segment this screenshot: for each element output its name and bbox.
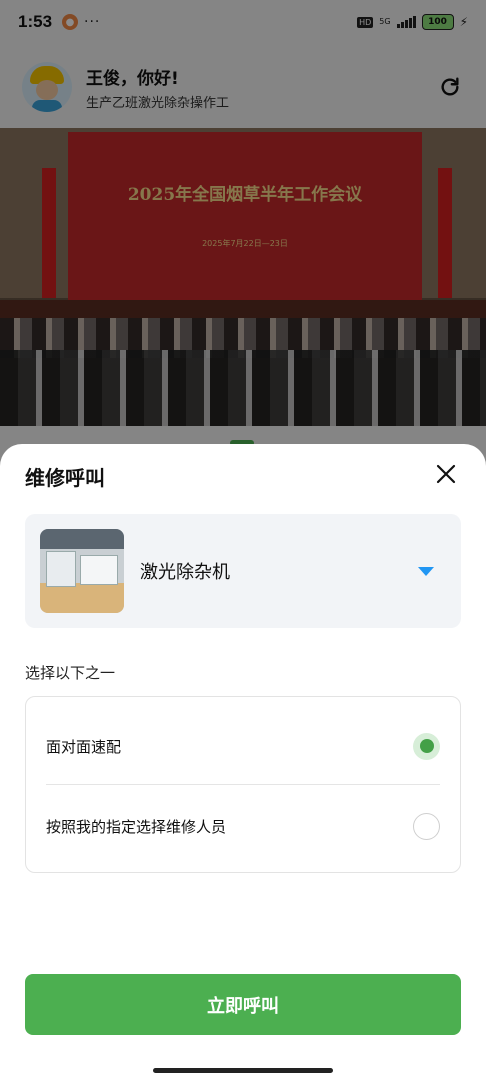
radio-unselected-icon[interactable] [413,812,440,840]
call-now-button[interactable]: 立即呼叫 [25,974,461,1035]
option-label: 按照我的指定选择维修人员 [46,817,227,836]
option-label: 面对面速配 [46,737,122,756]
machine-name: 激光除杂机 [140,562,230,583]
close-icon[interactable] [432,460,460,488]
option-group: 面对面速配 按照我的指定选择维修人员 [25,696,461,873]
machine-select[interactable]: 激光除杂机 [25,514,461,628]
divider [46,784,440,785]
option-designated-staff[interactable]: 按照我的指定选择维修人员 [26,787,460,865]
repair-call-sheet: 维修呼叫 激光除杂机 选择以下之一 面对面速配 按照我的指定选择维修人员 立即呼… [0,444,486,1080]
sheet-title: 维修呼叫 [25,466,105,490]
caret-down-icon[interactable] [418,566,434,576]
option-face-to-face[interactable]: 面对面速配 [26,707,460,785]
choose-label: 选择以下之一 [25,664,116,682]
home-indicator[interactable] [153,1068,333,1073]
radio-selected-icon[interactable] [413,732,440,760]
machine-image [40,529,124,613]
